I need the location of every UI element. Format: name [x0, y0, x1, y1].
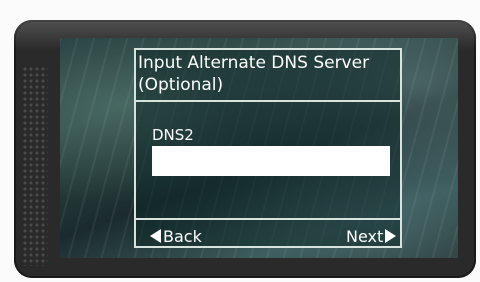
dns2-label: DNS2 [152, 126, 194, 144]
title-divider [136, 100, 400, 102]
speaker-grille [22, 66, 48, 266]
triangle-right-icon [385, 229, 397, 243]
back-button[interactable]: Back [150, 226, 202, 246]
dialog-title: Input Alternate DNS Server (Optional) [138, 53, 370, 95]
back-label: Back [163, 226, 202, 246]
dns2-input[interactable] [152, 146, 390, 176]
triangle-left-icon [150, 229, 161, 243]
footer-divider [136, 218, 400, 220]
next-label: Next [346, 226, 384, 246]
next-button[interactable]: Next [346, 226, 397, 246]
